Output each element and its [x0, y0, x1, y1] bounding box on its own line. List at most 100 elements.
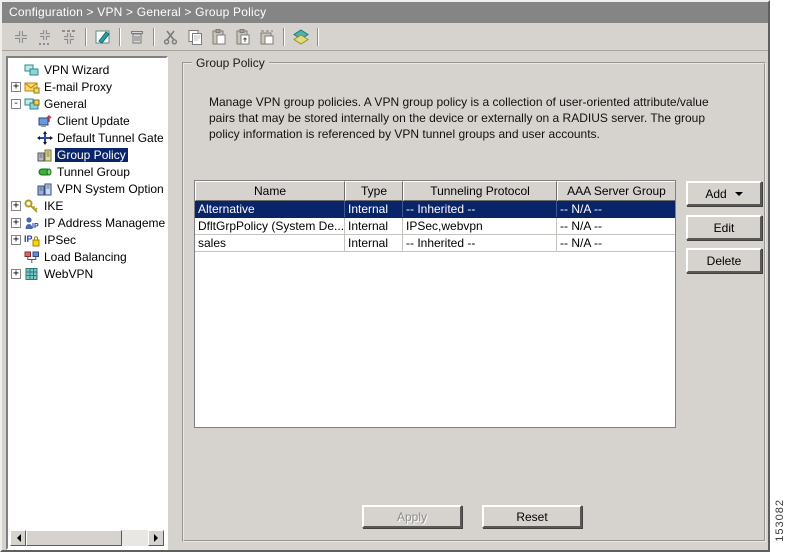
asdm-window: Configuration > VPN > General > Group Po… [0, 0, 770, 552]
tree-item-label: Group Policy [55, 148, 128, 162]
cell-type: Internal [345, 201, 403, 217]
svg-text:IP: IP [24, 234, 33, 244]
email-proxy-icon [24, 80, 40, 94]
cell-tunneling-protocol: -- Inherited -- [403, 235, 557, 251]
tree-item-ike[interactable]: + IKE [8, 197, 166, 214]
table-row[interactable]: Alternative Internal -- Inherited -- -- … [195, 201, 675, 218]
column-header-aaa-server-group[interactable]: AAA Server Group [557, 181, 675, 201]
delete-policy-button[interactable]: Delete [686, 248, 762, 273]
cell-name: DfltGrpPolicy (System De... [195, 218, 345, 234]
expand-icon[interactable]: + [11, 235, 21, 245]
cell-tunneling-protocol: IPSec,webvpn [403, 218, 557, 234]
tunnel-gateway-icon [37, 131, 53, 145]
navigation-tree: VPN Wizard + E-mail Proxy - General Clie… [8, 58, 166, 282]
tree-item-label: Tunnel Group [55, 165, 132, 179]
apply-button-label: Apply [397, 510, 427, 524]
add-advanced-icon [60, 28, 78, 46]
tree-item-label: VPN System Option [55, 182, 166, 196]
tree-item-client-update[interactable]: Client Update [8, 112, 166, 129]
tree-horizontal-scrollbar[interactable] [10, 530, 164, 546]
toolbar-separator [153, 28, 155, 46]
collapse-icon[interactable]: - [11, 99, 21, 109]
add-multiple-icon [36, 28, 54, 46]
add-advanced-button[interactable] [57, 26, 81, 48]
tree-item-ip-address-management[interactable]: + IP IP Address Manageme [8, 214, 166, 231]
delete-button[interactable] [125, 26, 149, 48]
column-header-tunneling-protocol[interactable]: Tunneling Protocol [403, 181, 557, 201]
toolbar-separator [283, 28, 285, 46]
expand-icon[interactable]: + [11, 201, 21, 211]
add-policy-button[interactable]: Add [686, 181, 762, 206]
edit-icon [94, 28, 112, 46]
tree-item-email-proxy[interactable]: + E-mail Proxy [8, 78, 166, 95]
copy-icon [186, 28, 204, 46]
tree-item-webvpn[interactable]: + WebVPN [8, 265, 166, 282]
add-button[interactable] [9, 26, 33, 48]
breadcrumb: Configuration > VPN > General > Group Po… [2, 2, 768, 23]
scroll-right-button[interactable] [148, 530, 164, 546]
general-icon [24, 97, 40, 111]
reset-button[interactable]: Reset [482, 505, 582, 528]
edit-button-label: Edit [714, 221, 735, 235]
cell-type: Internal [345, 235, 403, 251]
table-row[interactable]: DfltGrpPolicy (System De... Internal IPS… [195, 218, 675, 235]
table-row[interactable]: sales Internal -- Inherited -- -- N/A -- [195, 235, 675, 252]
tree-item-group-policy[interactable]: Group Policy [8, 146, 166, 163]
apply-button[interactable]: Apply [362, 505, 462, 528]
toolbar-separator [119, 28, 121, 46]
cell-type: Internal [345, 218, 403, 234]
tree-item-label: Client Update [55, 114, 132, 128]
tree-item-vpn-wizard[interactable]: VPN Wizard [8, 61, 166, 78]
expand-icon[interactable]: + [11, 269, 21, 279]
cut-button[interactable] [159, 26, 183, 48]
expand-icon[interactable]: + [11, 82, 21, 92]
toolbar-separator [317, 28, 319, 46]
cell-tunneling-protocol: -- Inherited -- [403, 201, 557, 217]
svg-text:IP: IP [32, 223, 39, 230]
edit-policy-button[interactable]: Edit [686, 215, 762, 240]
tree-item-load-balancing[interactable]: Load Balancing [8, 248, 166, 265]
scroll-left-icon [13, 534, 21, 542]
table-header-row: Name Type Tunneling Protocol AAA Server … [195, 181, 675, 201]
tree-item-vpn-system-options[interactable]: VPN System Option [8, 180, 166, 197]
tree-item-ipsec[interactable]: + IP IPSec [8, 231, 166, 248]
tree-item-tunnel-group[interactable]: Tunnel Group [8, 163, 166, 180]
panel-title: Group Policy [192, 56, 269, 70]
tree-item-label: General [42, 97, 89, 111]
group-policy-panel: Group Policy Manage VPN group policies. … [182, 62, 766, 542]
column-header-type[interactable]: Type [345, 181, 403, 201]
edit-button[interactable] [91, 26, 115, 48]
scroll-left-button[interactable] [10, 530, 26, 546]
cell-name: Alternative [195, 201, 345, 217]
tree-item-label: IPSec [42, 233, 78, 247]
tree-item-label: Default Tunnel Gate [55, 131, 166, 145]
ipsec-icon: IP [24, 233, 40, 247]
scrollbar-track[interactable] [122, 530, 148, 546]
paste-button[interactable] [207, 26, 231, 48]
copy-button[interactable] [183, 26, 207, 48]
tree-item-general[interactable]: - General [8, 95, 166, 112]
panel-description: Manage VPN group policies. A VPN group p… [209, 94, 761, 142]
client-update-icon [37, 114, 53, 128]
paste-import-icon [234, 28, 252, 46]
description-line: Manage VPN group policies. A VPN group p… [209, 94, 761, 110]
paste-import-button[interactable] [231, 26, 255, 48]
cell-aaa-server-group: -- N/A -- [557, 201, 675, 217]
tree-item-default-tunnel-gateway[interactable]: Default Tunnel Gate [8, 129, 166, 146]
add-multiple-button[interactable] [33, 26, 57, 48]
toolbar [2, 23, 768, 51]
tunnel-group-icon [37, 165, 53, 179]
navigation-tree-panel: VPN Wizard + E-mail Proxy - General Clie… [6, 56, 168, 550]
cell-name: sales [195, 235, 345, 251]
toolbar-separator [85, 28, 87, 46]
webvpn-icon [24, 267, 40, 281]
paste-special-button[interactable] [255, 26, 279, 48]
add-icon [12, 28, 30, 46]
expand-icon[interactable]: + [11, 218, 21, 228]
layers-icon [292, 28, 310, 46]
scrollbar-thumb[interactable] [26, 530, 122, 546]
group-policy-table: Name Type Tunneling Protocol AAA Server … [194, 180, 676, 428]
column-header-name[interactable]: Name [195, 181, 345, 201]
load-balancing-icon [24, 250, 40, 264]
layers-button[interactable] [289, 26, 313, 48]
